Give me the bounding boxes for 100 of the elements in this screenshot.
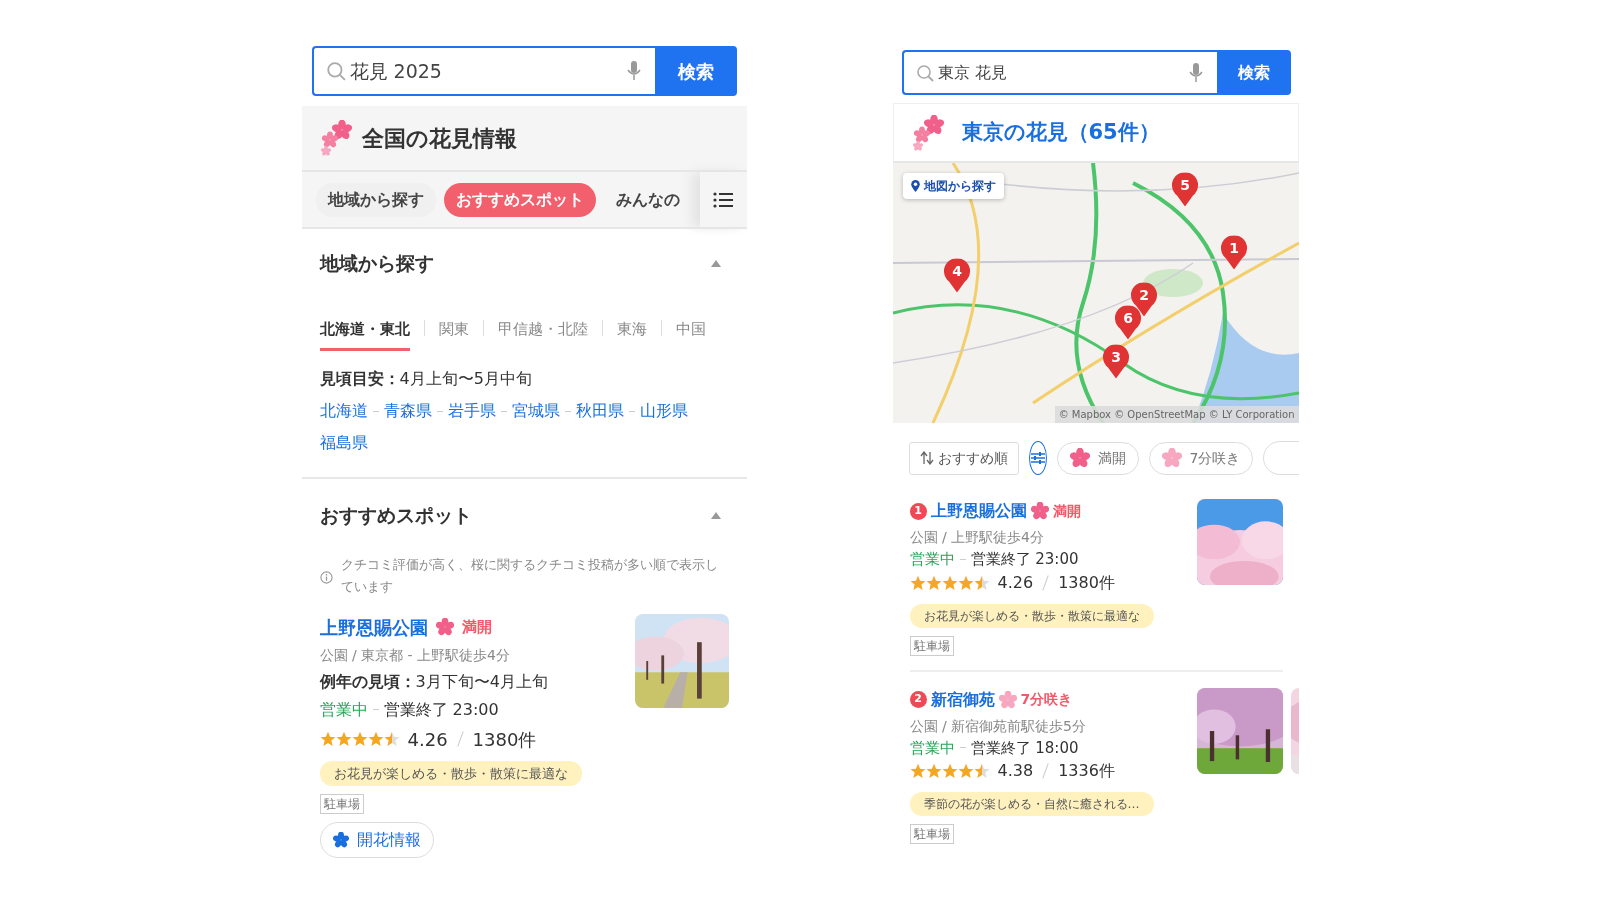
bloom-info-button[interactable]: 開花情報 [319, 822, 434, 859]
rating: 4.26 [997, 571, 1034, 594]
microphone-icon[interactable] [626, 61, 641, 81]
star-icon [973, 574, 990, 591]
map-pin[interactable]: 1 [1219, 235, 1248, 270]
tag: 駐車場 [319, 794, 364, 815]
map-attribution: © Mapbox © OpenStreetMap © LY Corporation [1054, 406, 1299, 423]
section-title: 地域から探す [319, 251, 434, 276]
search-button[interactable]: 検索 [654, 46, 737, 96]
star-icon [941, 763, 958, 779]
star-icon [941, 574, 958, 591]
map-pin[interactable]: 6 [1113, 305, 1142, 340]
tab[interactable]: 地域から探す [315, 182, 436, 217]
review-count: 1380件 [472, 727, 537, 752]
search-field[interactable]: 花見 2025 [311, 46, 655, 96]
bloom-period-text: 例年の見頃：3月下旬〜4月上旬 [319, 670, 549, 693]
closing-time: 営業終了 18:00 [970, 737, 1079, 759]
collapse-icon[interactable] [710, 511, 721, 519]
closing-time: 営業終了 23:00 [970, 549, 1079, 570]
review-count: 1336件 [1058, 760, 1115, 782]
map-pin[interactable]: 4 [943, 258, 972, 293]
open-status: 営業中 [909, 737, 955, 759]
tag: 駐車場 [909, 635, 954, 656]
star-icon [383, 731, 400, 748]
prefecture-link[interactable]: 福島県 [319, 431, 368, 455]
spot-details: 公園 / 新宿御苑前駅徒歩5分 [909, 716, 1088, 736]
collapse-icon[interactable] [710, 259, 721, 267]
prefecture-link[interactable]: 青森県 [383, 399, 432, 423]
rating: 4.38 [997, 760, 1034, 782]
filter-chip[interactable]: 7分咲き [1148, 441, 1254, 475]
microphone-icon[interactable] [1188, 62, 1203, 83]
star-icon [925, 574, 942, 591]
map-search-button[interactable]: 地図から探す [902, 173, 1004, 199]
page-title: 東京の花見（65件） [961, 118, 1160, 146]
closing-time: 営業終了 23:00 [383, 698, 499, 721]
sakura-icon [998, 690, 1017, 709]
star-icon [335, 731, 352, 748]
region-tab[interactable]: 中国 [675, 313, 706, 351]
sort-icon [919, 451, 934, 465]
rank-badge: 2 [909, 691, 927, 708]
region-tab[interactable]: 北海道・東北 [319, 313, 410, 351]
rating: 4.26 [407, 727, 448, 752]
list-menu-button[interactable] [699, 172, 747, 227]
spot-details: 公園 / 上野駅徒歩4分 [909, 528, 1046, 547]
star-icon [351, 731, 368, 748]
bloom-period-text: 見頃目安：4月上旬〜5月中旬 [319, 368, 533, 390]
sakura-icon [1030, 502, 1049, 520]
sort-button[interactable]: おすすめ順 [908, 441, 1019, 475]
rank-badge: 1 [909, 502, 927, 520]
prefecture-link[interactable]: 岩手県 [447, 399, 496, 423]
sakura-icon [1161, 448, 1182, 468]
info-icon [319, 571, 333, 585]
star-icon [925, 763, 942, 779]
filter-button[interactable] [1028, 441, 1047, 475]
star-icon [909, 763, 926, 779]
search-button[interactable]: 検索 [1216, 50, 1291, 95]
highlight-label: お花見が楽しめる・散歩・散策に最適な [909, 603, 1154, 628]
location-pin-icon [910, 180, 920, 192]
sakura-icon [1069, 448, 1090, 468]
star-icon [367, 731, 384, 748]
star-icon [319, 731, 336, 748]
region-tab[interactable]: 関東 [438, 313, 469, 351]
search-icon [915, 63, 934, 82]
spot-name-link[interactable]: 上野恩賜公園 [930, 499, 1027, 523]
tag: 駐車場 [909, 824, 954, 844]
open-status: 営業中 [909, 549, 955, 570]
spot-name-link[interactable]: 新宿御苑 [930, 687, 995, 712]
open-status: 営業中 [319, 698, 368, 721]
star-icon [973, 763, 990, 779]
tab[interactable]: みんなの [603, 182, 692, 217]
star-icon [957, 763, 974, 779]
flower-icon [332, 832, 349, 849]
list-icon [713, 192, 733, 208]
bloom-status: 満開 [1052, 501, 1081, 521]
filter-chip[interactable]: 満開 [1056, 441, 1139, 475]
info-note: クチコミ評価が高く、桜に関するクチコミ投稿が多い順で表示しています [340, 555, 719, 596]
bloom-status: 満開 [461, 616, 492, 638]
prefecture-link[interactable]: 北海道 [319, 399, 368, 423]
search-field[interactable]: 東京 花見 [901, 50, 1217, 95]
highlight-label: お花見が楽しめる・散歩・散策に最適な [319, 760, 582, 787]
star-icon [957, 574, 974, 591]
region-tab[interactable]: 東海 [616, 313, 647, 351]
map-pin[interactable]: 3 [1101, 344, 1130, 379]
map-pin[interactable]: 5 [1170, 172, 1199, 207]
spot-name-link[interactable]: 上野恩賜公園 [319, 613, 428, 641]
section-title: おすすめスポット [319, 503, 472, 528]
tab[interactable]: おすすめスポット [443, 182, 596, 217]
filter-icon [1029, 451, 1046, 465]
spot-details: 公園 / 東京都 - 上野駅徒歩4分 [319, 645, 511, 665]
region-tab[interactable]: 甲信越・北陸 [497, 313, 588, 351]
search-icon [325, 61, 346, 81]
prefecture-link[interactable]: 山形県 [639, 399, 688, 423]
sakura-icon [435, 618, 454, 637]
page-title: 全国の花見情報 [361, 124, 517, 153]
prefecture-link[interactable]: 秋田県 [575, 399, 624, 423]
bloom-status: 7分咲き [1020, 690, 1073, 709]
star-icon [909, 574, 926, 591]
highlight-label: 季節の花が楽しめる・自然に癒される… [909, 792, 1154, 816]
review-count: 1380件 [1058, 571, 1115, 594]
prefecture-link[interactable]: 宮城県 [511, 399, 560, 423]
